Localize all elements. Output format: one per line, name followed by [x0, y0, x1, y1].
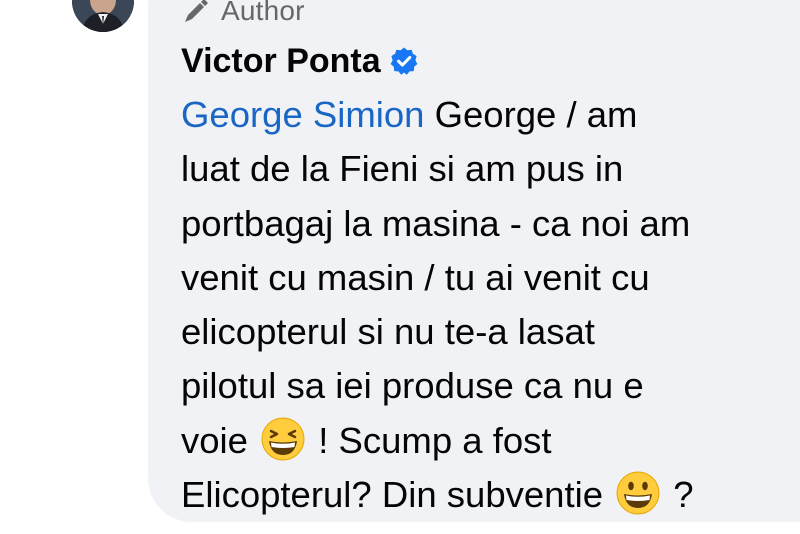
comment-line: voie ! Scump a fost — [181, 414, 800, 468]
comment-text: George Simion George / am luat de la Fie… — [181, 88, 800, 522]
comment-line-text: Elicopterul? Din subventie — [181, 474, 614, 516]
comment-line: venit cu masin / tu ai venit cu — [181, 256, 650, 298]
comment-line: Elicopterul? Din subventie ? — [181, 468, 800, 522]
grinning-squinting-face-icon — [261, 417, 305, 461]
pen-icon — [185, 0, 208, 22]
comment-line: pilotul sa iei produse ca nu e — [181, 365, 644, 407]
commenter-name[interactable]: Victor Ponta — [181, 42, 381, 81]
comment-line-text: voie — [181, 419, 259, 461]
avatar[interactable] — [72, 0, 134, 32]
comment-line-text: ! Scump a fost — [308, 419, 552, 461]
mention-link[interactable]: George Simion — [181, 94, 424, 135]
grinning-face-icon — [616, 471, 660, 515]
comment-line: elicopterul si nu te-a lasat — [181, 311, 595, 353]
comment-screen: Author Victor Ponta George Simion George… — [0, 0, 800, 534]
author-badge-label: Author — [221, 0, 305, 26]
comment-line-text: George / am — [424, 94, 638, 135]
comment-line-text: ? — [663, 474, 694, 516]
comment-line: portbagaj la masina - ca noi am — [181, 202, 691, 244]
author-badge: Author — [181, 0, 305, 28]
comment-line: luat de la Fieni si am pus in — [181, 148, 624, 190]
comment-line: George Simion George / am — [181, 88, 800, 142]
verified-badge-icon — [390, 47, 418, 75]
commenter-name-row: Victor Ponta — [181, 40, 419, 82]
